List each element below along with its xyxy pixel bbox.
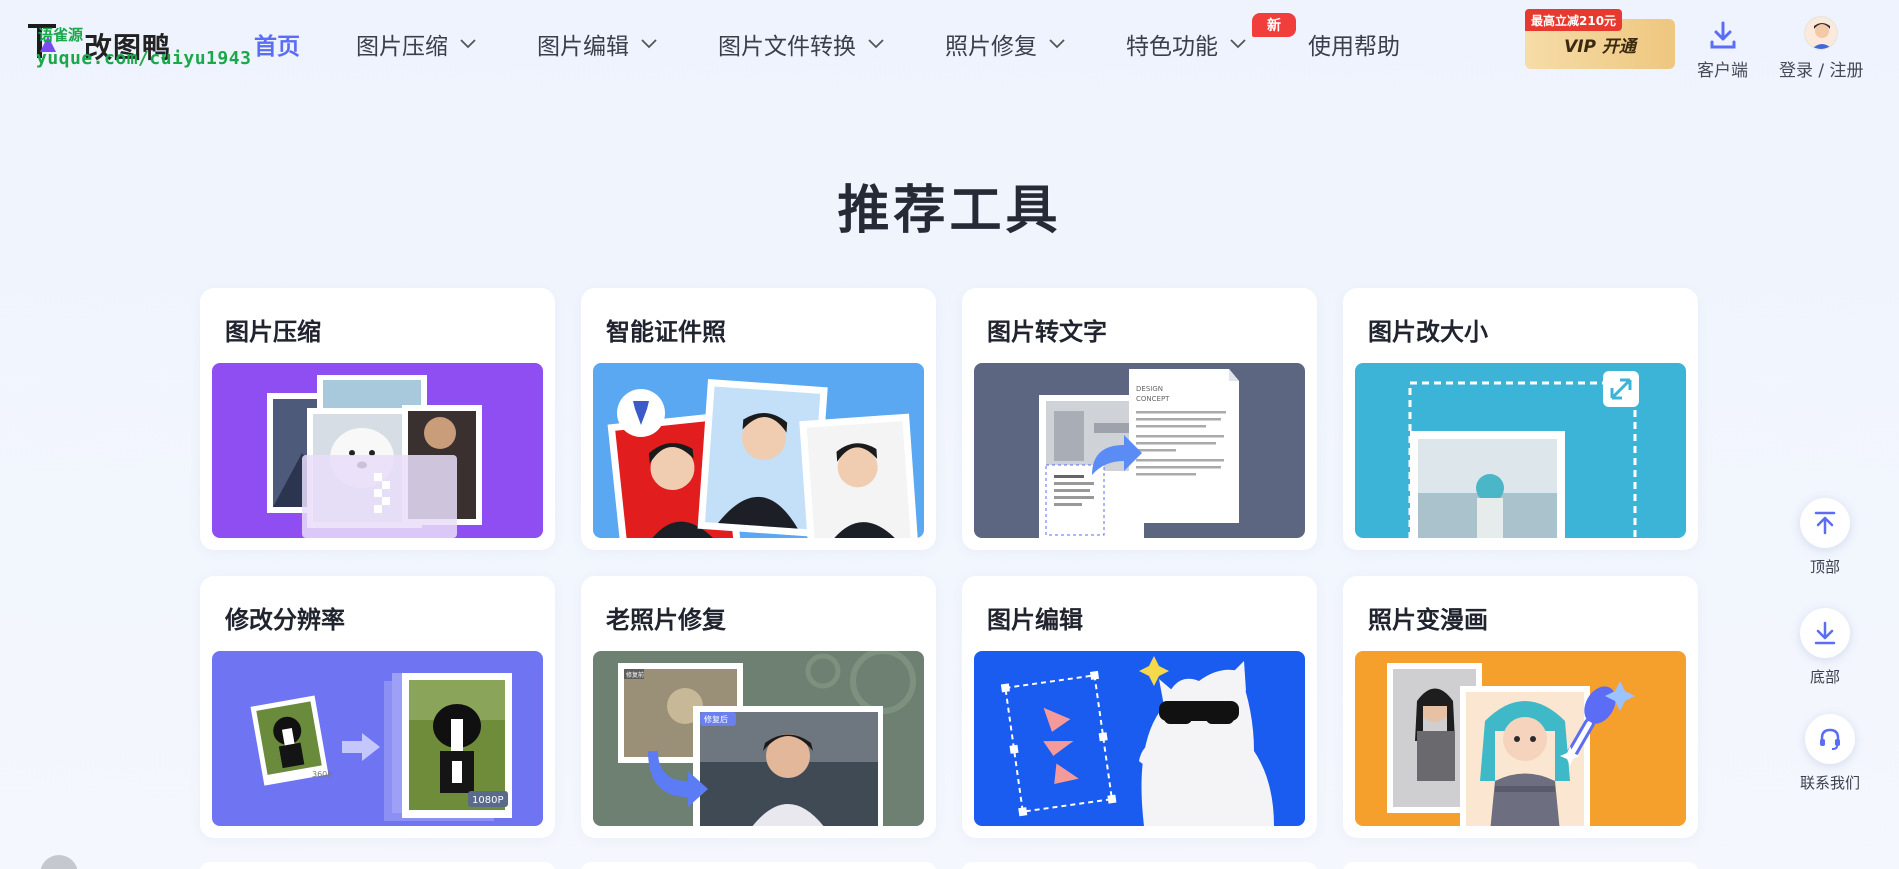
edit-illustration [974,651,1305,826]
cartoon-illustration [1355,651,1686,826]
vip-button-label: VIP 开通 [1564,36,1636,57]
tool-card-title: 图片压缩 [225,318,321,346]
nav-item-label: 图片编辑 [537,34,629,60]
nav-item-convert[interactable]: 图片文件转换 [718,26,884,62]
arrow-down-icon [1814,621,1836,645]
before-badge: 修复前 [626,671,644,679]
chevron-down-icon [641,39,657,49]
tool-card-id-photo[interactable]: 智能证件照 [581,288,936,550]
tool-card-peek [200,862,555,869]
tool-card-resolution[interactable]: 修改分辨率 360P 1080P [200,576,555,838]
ocr-doc-line-1: DESIGN [1136,385,1163,393]
tool-card-peek [581,862,936,869]
resize-illustration [1355,363,1686,538]
go-to-bottom-label: 底部 [1809,668,1840,686]
logo-watermark-bottom: yuque.com/cuiyu1943 [36,48,252,69]
resolution-illustration: 360P 1080P [212,651,543,826]
go-to-bottom-button[interactable]: 底部 [1800,608,1850,687]
nav-item-home[interactable]: 首页 [254,26,300,62]
section-title: 推荐工具 [837,181,1062,241]
tool-card-title: 修改分辨率 [225,606,345,634]
nav-item-label: 使用帮助 [1308,34,1400,60]
site-logo[interactable]: 改图鸭 语雀源 yuque.com/cuiyu1943 [26,18,251,70]
tool-card-edit[interactable]: 图片编辑 [962,576,1317,838]
contact-us-button[interactable]: 联系我们 [1800,714,1860,793]
nav-item-label: 首页 [254,34,300,60]
id-photo-illustration [593,363,924,538]
scroll-indicator[interactable] [40,855,78,869]
tool-card-compress[interactable]: 图片压缩 [200,288,555,550]
compress-illustration [212,363,543,538]
new-badge: 新 [1252,13,1296,37]
nav-item-features[interactable]: 特色功能 [1126,26,1246,62]
contact-us-label: 联系我们 [1800,774,1861,792]
tool-card-ocr[interactable]: 图片转文字 DESIGN CONCEPT [962,288,1317,550]
resolution-small-badge: 360P [312,770,332,779]
tool-card-title: 图片转文字 [987,318,1107,346]
back-to-top-button[interactable]: 顶部 [1800,498,1850,577]
chevron-down-icon [868,39,884,49]
arrow-up-icon [1814,511,1836,535]
nav-item-help[interactable]: 使用帮助 [1308,26,1400,62]
tool-card-peek [1343,862,1698,869]
nav-item-edit[interactable]: 图片编辑 [537,26,657,62]
logo-watermark-top: 语雀源 [38,26,84,44]
chevron-down-icon [460,39,476,49]
ocr-illustration: DESIGN CONCEPT [974,363,1305,538]
nav-item-label: 特色功能 [1126,34,1218,60]
nav-item-compress[interactable]: 图片压缩 [356,26,476,62]
download-icon [1710,21,1735,49]
tool-card-title: 图片编辑 [987,606,1083,634]
after-badge: 修复后 [704,714,728,724]
tool-card-title: 图片改大小 [1368,318,1488,346]
nav-item-label: 照片修复 [945,34,1037,60]
resolution-large-badge: 1080P [472,795,503,806]
top-header: 改图鸭 语雀源 yuque.com/cuiyu1943 首页 图片压缩 图片编辑… [0,0,1899,88]
nav-item-repair[interactable]: 照片修复 [945,26,1065,62]
back-to-top-label: 顶部 [1809,558,1840,576]
tool-card-title: 智能证件照 [606,318,726,346]
tool-card-peek [962,862,1317,869]
client-download-button[interactable]: 客户端 [1697,14,1748,81]
tool-card-old-photo[interactable]: 老照片修复 修复前 修复后 [581,576,936,838]
headset-icon [1820,728,1840,750]
nav-item-label: 图片压缩 [356,34,448,60]
login-button[interactable]: 登录 / 注册 [1779,14,1864,81]
ocr-doc-line-2: CONCEPT [1136,395,1170,403]
tool-card-title: 照片变漫画 [1368,606,1488,634]
old-photo-illustration: 修复前 修复后 [593,651,924,826]
chevron-down-icon [1230,39,1246,49]
tool-card-resize[interactable]: 图片改大小 [1343,288,1698,550]
tool-card-cartoon[interactable]: 照片变漫画 [1343,576,1698,838]
tool-card-title: 老照片修复 [606,606,726,634]
vip-discount-tag: 最高立减210元 [1525,9,1623,31]
client-label: 客户端 [1697,61,1748,81]
nav-item-label: 图片文件转换 [718,34,856,60]
login-label: 登录 / 注册 [1779,61,1864,81]
chevron-down-icon [1049,39,1065,49]
avatar [1804,16,1839,50]
user-avatar-icon [1805,17,1838,49]
